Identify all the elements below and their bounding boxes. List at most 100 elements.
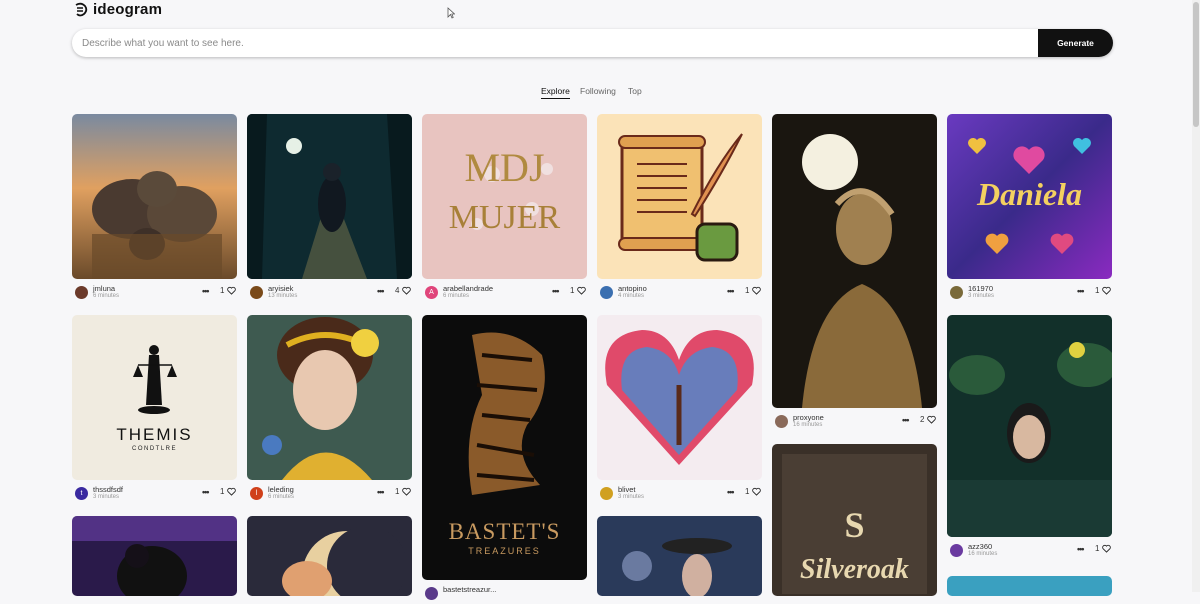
- user-avatar[interactable]: [950, 544, 963, 557]
- tab-following[interactable]: Following: [580, 86, 616, 98]
- md-mujer-floral-image[interactable]: [422, 114, 587, 279]
- post-time: 16 minutes: [968, 551, 998, 557]
- username[interactable]: proxyone: [793, 413, 824, 422]
- post-time: 13 minutes: [268, 293, 298, 299]
- post-time: 16 minutes: [793, 422, 823, 428]
- more-options-icon[interactable]: •••: [202, 487, 210, 497]
- user-avatar[interactable]: A: [425, 286, 438, 299]
- like-count: 1: [395, 487, 400, 496]
- generate-button[interactable]: Generate: [1038, 29, 1113, 57]
- logo[interactable]: ideogram: [73, 1, 162, 18]
- username[interactable]: 161970: [968, 284, 993, 293]
- more-options-icon[interactable]: •••: [1077, 544, 1085, 554]
- more-options-icon[interactable]: •••: [1077, 286, 1085, 296]
- prompt-bar: Generate: [72, 29, 1113, 57]
- post-time: 3 minutes: [968, 293, 995, 299]
- heart-icon[interactable]: [1102, 544, 1111, 553]
- post-time: 6 minutes: [268, 494, 295, 500]
- card-meta: blivet 3 minutes ••• 1: [597, 484, 762, 504]
- card-meta: proxyone 16 minutes ••• 2: [772, 412, 937, 432]
- heart-icon[interactable]: [1102, 286, 1111, 295]
- themis-logo-image[interactable]: [72, 315, 237, 480]
- woman-water-image[interactable]: [947, 315, 1112, 537]
- card-meta: antopino 4 minutes ••• 1: [597, 283, 762, 303]
- more-options-icon[interactable]: •••: [377, 487, 385, 497]
- like-count: 4: [395, 286, 400, 295]
- user-avatar[interactable]: t: [75, 487, 88, 500]
- bastet-subtitle: TREAZURES: [468, 546, 541, 556]
- username[interactable]: leleding: [268, 485, 294, 494]
- heart-icon[interactable]: [402, 286, 411, 295]
- username[interactable]: antopino: [618, 284, 647, 293]
- page-scrollbar[interactable]: [1192, 0, 1200, 592]
- woman-hat-image[interactable]: [597, 516, 762, 596]
- like-count: 1: [220, 286, 225, 295]
- heart-trees-image[interactable]: [597, 315, 762, 480]
- scroll-quill-image[interactable]: [597, 114, 762, 279]
- logo-text: ideogram: [93, 1, 163, 18]
- username[interactable]: azz360: [968, 542, 992, 551]
- tab-explore[interactable]: Explore: [541, 86, 570, 99]
- like-count: 2: [920, 415, 925, 424]
- user-avatar[interactable]: [600, 286, 613, 299]
- like-count: 1: [1095, 544, 1100, 553]
- card-meta: A arabellandrade 6 minutes ••• 1: [422, 283, 587, 303]
- heart-icon[interactable]: [927, 415, 936, 424]
- user-avatar[interactable]: [425, 587, 438, 600]
- user-avatar[interactable]: [250, 286, 263, 299]
- ideogram-logo-icon: [75, 2, 88, 16]
- silveroak-title: Silveroak: [800, 554, 909, 585]
- heart-icon[interactable]: [227, 286, 236, 295]
- like-count: 1: [745, 487, 750, 496]
- user-avatar[interactable]: l: [250, 487, 263, 500]
- tab-top[interactable]: Top: [628, 86, 642, 98]
- md-text-top: MDJ: [464, 145, 545, 190]
- like-count: 1: [570, 286, 575, 295]
- card-meta: jmluna 6 minutes ••• 1: [72, 283, 237, 303]
- username[interactable]: jmluna: [93, 284, 115, 293]
- daniela-title: Daniela: [977, 176, 1082, 212]
- post-time: 6 minutes: [93, 293, 120, 299]
- mouse-cursor-icon: [447, 7, 455, 19]
- user-avatar[interactable]: [600, 487, 613, 500]
- wolf-forest-image[interactable]: [247, 114, 412, 279]
- heart-icon[interactable]: [752, 286, 761, 295]
- girl-portrait-image[interactable]: [247, 315, 412, 480]
- card-meta: aryisiek 13 minutes ••• 4: [247, 283, 412, 303]
- more-options-icon[interactable]: •••: [727, 487, 735, 497]
- like-count: 1: [745, 286, 750, 295]
- elephants-image[interactable]: [72, 114, 237, 279]
- username[interactable]: arabellandrade: [443, 284, 493, 293]
- heart-icon[interactable]: [752, 487, 761, 496]
- silveroak-monogram: S: [844, 505, 865, 545]
- user-avatar[interactable]: [775, 415, 788, 428]
- scrollbar-thumb[interactable]: [1193, 2, 1199, 127]
- teal-image[interactable]: [947, 576, 1112, 596]
- card-meta: bastetstreazur...: [422, 584, 587, 604]
- themis-title: THEMIS: [116, 425, 193, 444]
- heart-icon[interactable]: [577, 286, 586, 295]
- username[interactable]: aryisiek: [268, 284, 293, 293]
- user-avatar[interactable]: [75, 286, 88, 299]
- more-options-icon[interactable]: •••: [552, 286, 560, 296]
- like-count: 1: [1095, 286, 1100, 295]
- feed-tabs: Explore Following Top: [0, 86, 1200, 102]
- username[interactable]: bastetstreazur...: [443, 585, 496, 594]
- card-meta: azz360 16 minutes ••• 1: [947, 541, 1112, 561]
- like-count: 1: [220, 487, 225, 496]
- more-options-icon[interactable]: •••: [902, 415, 910, 425]
- heart-icon[interactable]: [227, 487, 236, 496]
- post-time: 3 minutes: [618, 494, 645, 500]
- prompt-input[interactable]: [72, 29, 1032, 57]
- golden-woman-image[interactable]: [772, 114, 937, 408]
- more-options-icon[interactable]: •••: [727, 286, 735, 296]
- moon-cat-image[interactable]: [247, 516, 412, 596]
- username[interactable]: blivet: [618, 485, 636, 494]
- more-options-icon[interactable]: •••: [377, 286, 385, 296]
- heart-icon[interactable]: [402, 487, 411, 496]
- post-time: 6 minutes: [443, 293, 470, 299]
- username[interactable]: thssdfsdf: [93, 485, 123, 494]
- user-avatar[interactable]: [950, 286, 963, 299]
- raven-stage-image[interactable]: [72, 516, 237, 596]
- more-options-icon[interactable]: •••: [202, 286, 210, 296]
